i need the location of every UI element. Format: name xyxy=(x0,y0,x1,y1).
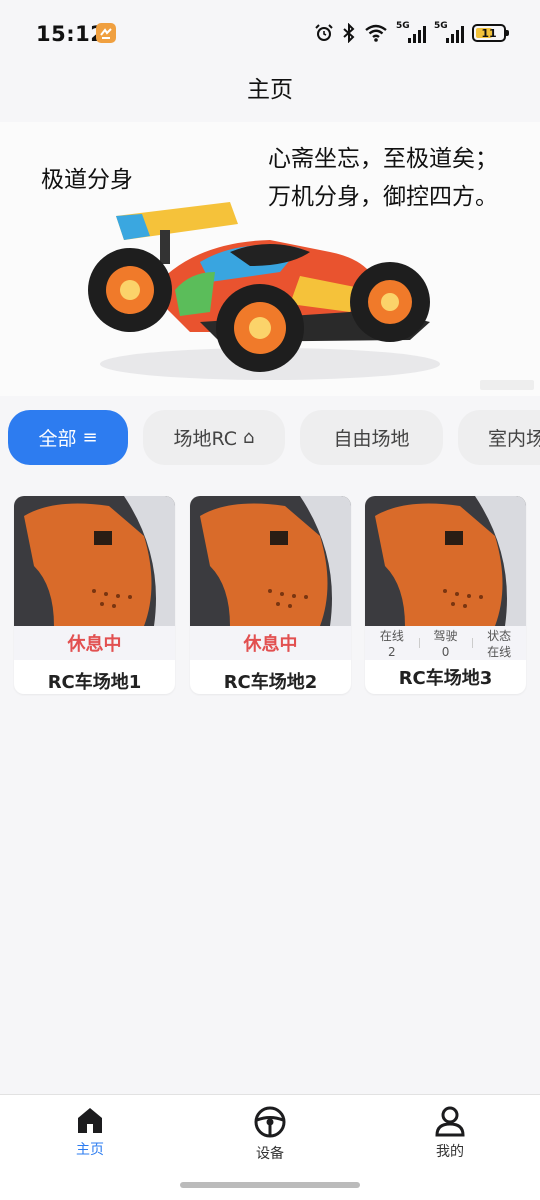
nav-label: 主页 xyxy=(76,1142,104,1158)
tab-label: 全部 xyxy=(38,428,77,450)
bluetooth-icon xyxy=(342,23,356,43)
home-indicator[interactable] xyxy=(180,1182,360,1188)
category-tabs: 全部 ≡ 场地RC ⌂ 自由场地 室内场 xyxy=(0,408,540,468)
hero-banner[interactable]: 极道分身 心斋坐忘，至极道矣； 万机分身，御控四方。 xyxy=(0,122,540,396)
stat-online: 在线 2 xyxy=(365,626,419,660)
venue-thumbnail xyxy=(14,496,175,626)
page-title: 主页 xyxy=(247,77,293,103)
banner-slogan: 极道分身 xyxy=(41,167,133,193)
banner-poem-line-1: 心斋坐忘，至极道矣； xyxy=(268,146,498,172)
stat-value: 在线 xyxy=(487,645,512,659)
stat-value: 0 xyxy=(441,645,450,659)
stat-label: 驾驶 xyxy=(433,629,458,643)
section-divider xyxy=(0,470,540,480)
venue-card[interactable]: 休息中 RC车场地1 xyxy=(14,496,175,694)
rc-car-illustration xyxy=(88,202,440,380)
tab-label: 场地RC xyxy=(173,428,238,450)
tab-label: 室内场 xyxy=(488,428,540,450)
venue-name: RC车场地1 xyxy=(47,672,142,693)
tab-field-rc[interactable]: 场地RC ⌂ xyxy=(143,410,285,465)
tab-all[interactable]: 全部 ≡ xyxy=(8,410,128,465)
battery-icon: 11 xyxy=(472,24,509,42)
tab-indoor[interactable]: 室内场 xyxy=(458,410,540,465)
venue-card[interactable]: 在线 2 驾驶 0 状态 在线 RC车场地3 xyxy=(365,496,526,694)
stat-label: 状态 xyxy=(487,629,512,643)
wifi-icon xyxy=(364,24,388,42)
status-icons: 5G 5G 11 xyxy=(314,21,509,44)
status-time: 15:12 xyxy=(36,22,106,46)
venue-name: RC车场地2 xyxy=(223,672,318,693)
bottom-nav: 主页 设备 我的 xyxy=(0,1094,540,1200)
signal-icon: 5G xyxy=(396,21,426,43)
alarm-icon xyxy=(314,23,334,43)
venue-status: 休息中 xyxy=(190,626,351,660)
venue-thumbnail xyxy=(190,496,351,626)
home-icon xyxy=(78,1108,102,1133)
signal-icon: 5G xyxy=(434,21,464,43)
battery-level: 11 xyxy=(481,26,497,40)
steering-wheel-icon xyxy=(254,1106,286,1138)
user-icon xyxy=(435,1106,465,1137)
stat-driving: 驾驶 0 xyxy=(418,626,473,660)
stat-status: 状态 在线 xyxy=(472,626,526,660)
venue-card[interactable]: 休息中 RC车场地2 xyxy=(190,496,351,694)
wheel xyxy=(88,248,172,332)
home-icon: ⌂ xyxy=(243,427,255,448)
nav-profile[interactable]: 我的 xyxy=(400,1105,500,1165)
venue-name: RC车场地3 xyxy=(398,668,493,689)
nav-label: 设备 xyxy=(256,1146,284,1162)
stat-label: 在线 xyxy=(379,629,404,643)
venue-status: 休息中 xyxy=(14,626,175,660)
menu-icon: ≡ xyxy=(82,427,98,448)
stat-value: 2 xyxy=(388,645,396,659)
status-bar: 15:12 5G 5G 11 xyxy=(0,0,540,62)
tab-free-field[interactable]: 自由场地 xyxy=(300,410,443,465)
nav-label: 我的 xyxy=(436,1144,464,1160)
venue-stats: 在线 2 驾驶 0 状态 在线 xyxy=(365,626,526,660)
nav-home[interactable]: 主页 xyxy=(40,1105,140,1165)
tab-label: 自由场地 xyxy=(333,428,410,450)
venue-thumbnail xyxy=(365,496,526,626)
nav-device[interactable]: 设备 xyxy=(220,1105,320,1165)
app-notification-icon xyxy=(96,23,116,43)
image-watermark xyxy=(480,380,534,390)
